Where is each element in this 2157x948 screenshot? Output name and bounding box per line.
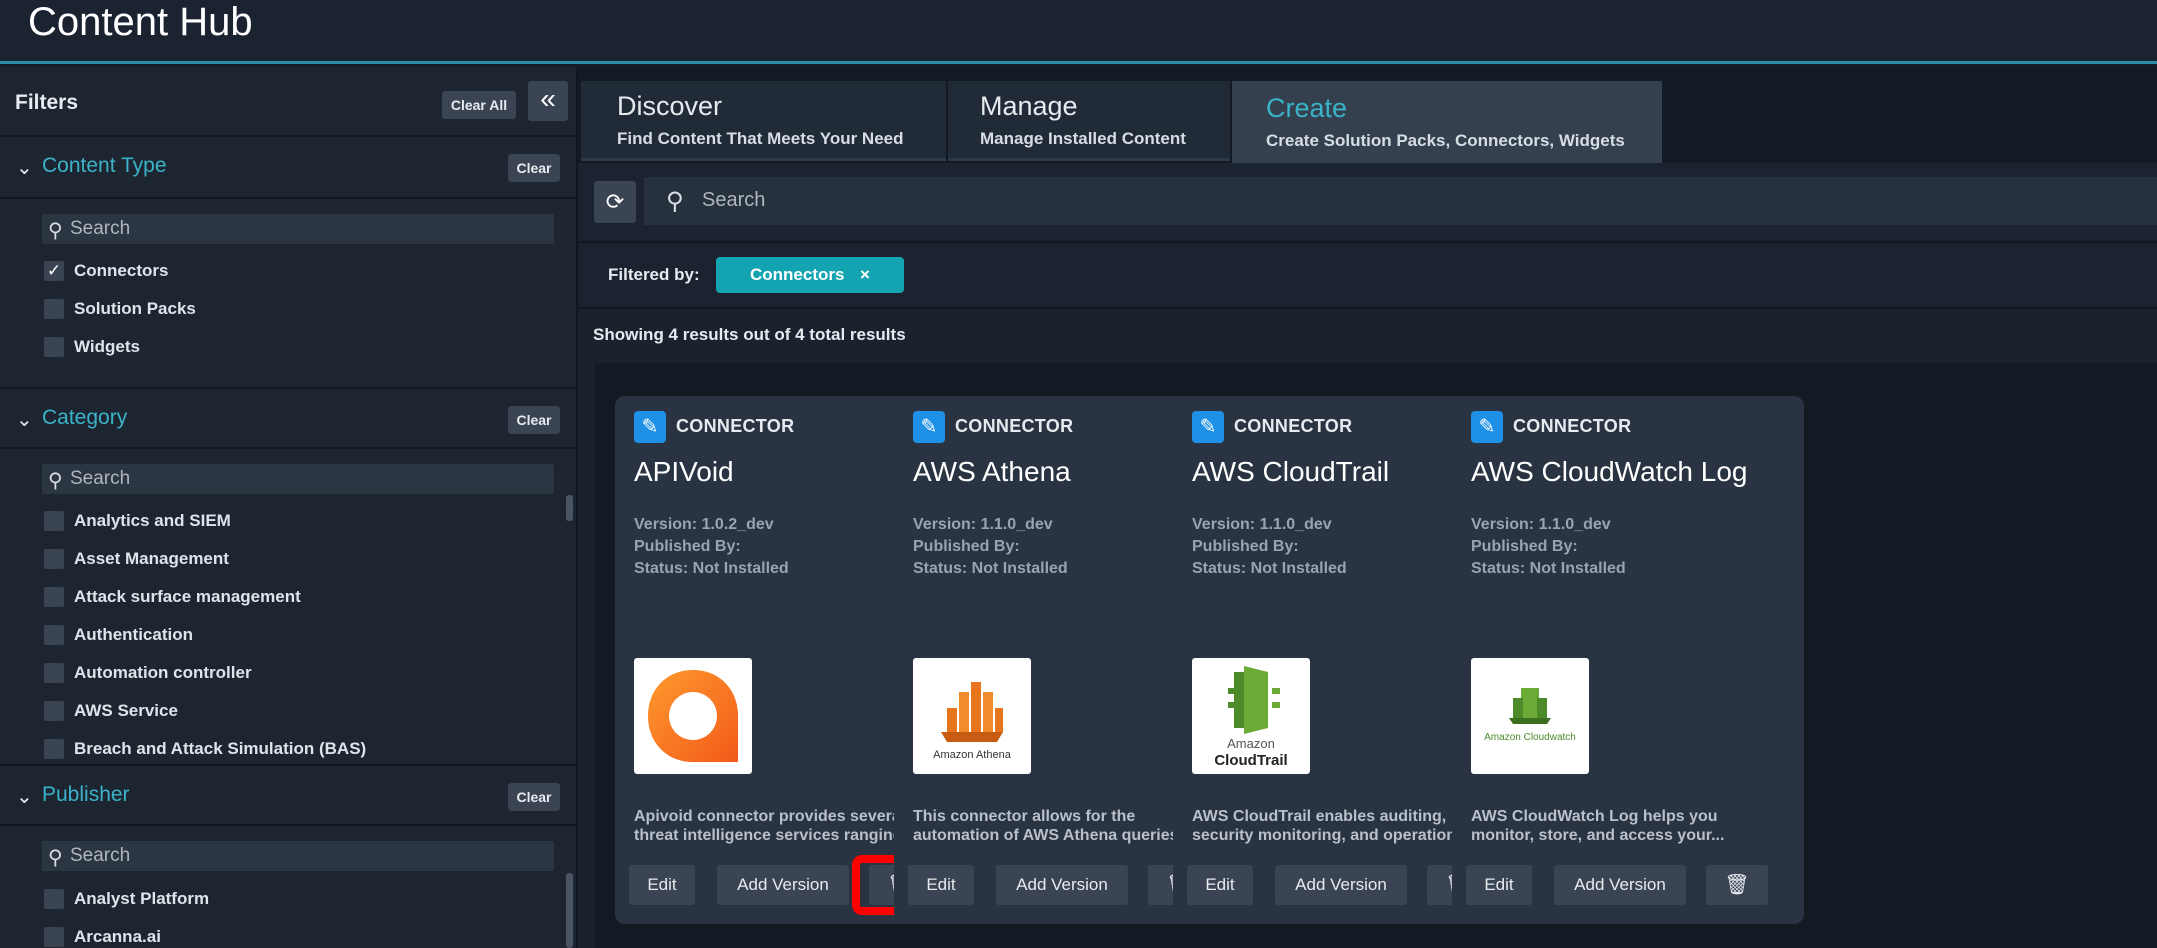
close-icon[interactable]: × [860, 257, 870, 293]
svg-text:Amazon Athena: Amazon Athena [933, 749, 1012, 761]
refresh-button[interactable]: ⟳ [594, 181, 636, 223]
card-published-by: Published By: [1192, 538, 1299, 555]
chevron-down-icon: ⌄ [16, 157, 33, 179]
filters-header: Filters Clear All « [0, 67, 576, 137]
card-status: Status: Not Installed [913, 560, 1068, 577]
amazon-cloudtrail-logo: Amazon CloudTrail [1192, 658, 1310, 774]
card-version: Version: 1.1.0_dev [1192, 516, 1332, 533]
amazon-cloudwatch-logo: Amazon Cloudwatch [1471, 658, 1589, 774]
edit-button[interactable]: Edit [908, 865, 974, 905]
filter-bar: Filtered by: Connectors × [578, 243, 2157, 309]
edit-button[interactable]: Edit [1187, 865, 1253, 905]
main-content: Discover Find Content That Meets Your Ne… [578, 67, 2157, 948]
content-type-label: Content Type [42, 154, 167, 177]
cards-grid: ✎ CONNECTOR APIVoid Version: 1.0.2_dev P… [595, 363, 2157, 948]
svg-text:Amazon Cloudwatch: Amazon Cloudwatch [1484, 732, 1576, 743]
card-type: CONNECTOR [676, 416, 795, 436]
double-chevron-left-icon: « [540, 83, 556, 114]
svg-text:CloudTrail: CloudTrail [1214, 752, 1287, 769]
clear-category-button[interactable]: Clear [508, 406, 560, 434]
apivoid-logo [634, 658, 752, 774]
filters-sidebar: Filters Clear All « ⌄ Content Type Clear… [0, 67, 578, 948]
clear-content-type-button[interactable]: Clear [508, 154, 560, 182]
content-type-section-header[interactable]: ⌄ Content Type Clear [0, 137, 576, 199]
search-icon: ⚲ [666, 188, 684, 215]
category-scrollbar[interactable] [566, 495, 573, 521]
tab-discover[interactable]: Discover Find Content That Meets Your Ne… [581, 81, 946, 161]
category-section-header[interactable]: ⌄ Category Clear [0, 387, 576, 449]
card-published-by: Published By: [1471, 538, 1578, 555]
card-title: APIVoid [634, 456, 734, 487]
search-icon: ⚲ [48, 847, 63, 869]
collapse-sidebar-button[interactable]: « [528, 81, 568, 121]
card-published-by: Published By: [634, 538, 741, 555]
card-type: CONNECTOR [1234, 416, 1353, 436]
connector-icon: ✎ [1192, 411, 1224, 443]
card-type: CONNECTOR [1513, 416, 1632, 436]
svg-text:Amazon: Amazon [1227, 736, 1275, 751]
clear-publisher-button[interactable]: Clear [508, 783, 560, 811]
tab-manage[interactable]: Manage Manage Installed Content [948, 81, 1230, 161]
card-status: Status: Not Installed [1471, 560, 1626, 577]
card-published-by: Published By: [913, 538, 1020, 555]
publisher-search-input[interactable]: ⚲ Search [42, 841, 554, 871]
card-type: CONNECTOR [955, 416, 1074, 436]
page-title: Content Hub [28, 0, 253, 44]
content-type-search-input[interactable]: ⚲ Search [42, 214, 554, 244]
category-label: Category [42, 406, 128, 429]
content-hub-app: Content Hub Filters Clear All « ⌄ Conten… [0, 0, 2157, 948]
chevron-down-icon: ⌄ [16, 786, 33, 808]
connector-icon: ✎ [634, 411, 666, 443]
tab-bar: Discover Find Content That Meets Your Ne… [578, 67, 2157, 163]
delete-button[interactable]: 🗑 [1706, 865, 1768, 905]
top-bar: Content Hub [0, 0, 2157, 64]
publisher-section-header[interactable]: ⌄ Publisher Clear [0, 764, 576, 826]
edit-button[interactable]: Edit [1466, 865, 1532, 905]
card-status: Status: Not Installed [1192, 560, 1347, 577]
filters-title: Filters [15, 91, 79, 114]
card-version: Version: 1.1.0_dev [913, 516, 1053, 533]
publisher-label: Publisher [42, 783, 130, 806]
card-title: AWS CloudTrail [1192, 456, 1390, 487]
add-version-button[interactable]: Add Version [1275, 865, 1407, 905]
card-version: Version: 1.0.2_dev [634, 516, 774, 533]
connector-card-aws-cloudwatch-log[interactable]: ✎ CONNECTOR AWS CloudWatch Log Version: … [1452, 396, 1804, 924]
card-status: Status: Not Installed [634, 560, 789, 577]
clear-all-button[interactable]: Clear All [442, 91, 516, 119]
card-title: AWS CloudWatch Log [1471, 456, 1748, 487]
card-description: AWS CloudWatch Log helps you monitor, st… [1471, 808, 1725, 844]
card-version: Version: 1.1.0_dev [1471, 516, 1611, 533]
connector-icon: ✎ [1471, 411, 1503, 443]
tab-create[interactable]: Create Create Solution Packs, Connectors… [1232, 81, 1662, 163]
add-version-button[interactable]: Add Version [1554, 865, 1686, 905]
category-search-input[interactable]: ⚲ Search [42, 464, 554, 494]
add-version-button[interactable]: Add Version [717, 865, 849, 905]
chevron-down-icon: ⌄ [16, 409, 33, 431]
publisher-scrollbar[interactable] [566, 873, 573, 948]
filter-chip-connectors[interactable]: Connectors × [716, 257, 904, 293]
content-search-input[interactable]: ⚲ Search [644, 177, 2157, 225]
checkbox-checked-icon: ✓ [44, 261, 64, 281]
results-count: Showing 4 results out of 4 total results [593, 325, 906, 344]
amazon-athena-logo: Amazon Athena [913, 658, 1031, 774]
search-icon: ⚲ [48, 470, 63, 492]
search-bar: ⟳ ⚲ Search [578, 163, 2157, 243]
filtered-by-label: Filtered by: [608, 265, 700, 284]
refresh-icon: ⟳ [605, 189, 625, 214]
trash-icon: 🗑 [1724, 874, 1750, 896]
connector-icon: ✎ [913, 411, 945, 443]
search-icon: ⚲ [48, 220, 63, 242]
edit-button[interactable]: Edit [629, 865, 695, 905]
card-title: AWS Athena [913, 456, 1071, 487]
add-version-button[interactable]: Add Version [996, 865, 1128, 905]
